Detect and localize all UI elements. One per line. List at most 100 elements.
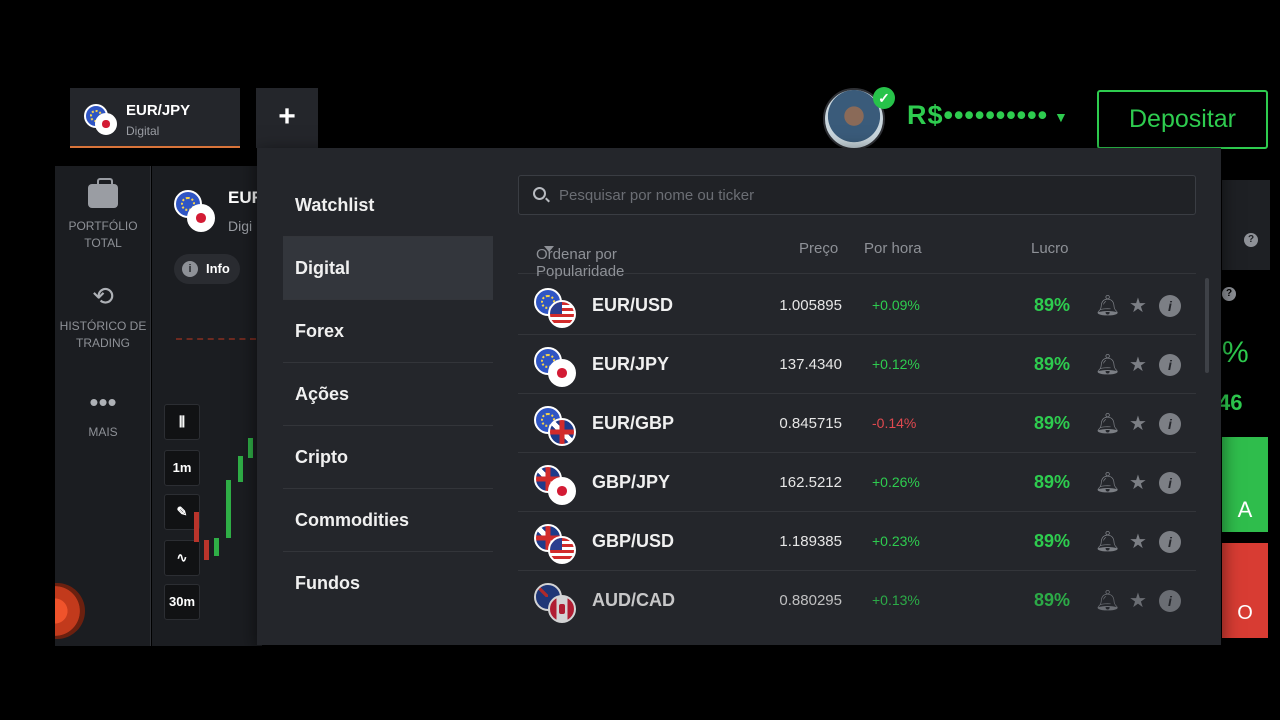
star-icon[interactable]: ★ — [1127, 531, 1149, 553]
asset-profit: 89% — [1034, 413, 1071, 433]
asset-profit: 89% — [1034, 590, 1071, 610]
deposit-button[interactable]: Depositar — [1097, 90, 1268, 149]
asset-row[interactable]: GBP/USD 1.189385 +0.23% 89% 🔔︎ ★ i — [518, 512, 1196, 571]
balance-selector[interactable]: R$•••••••••• ▼ — [907, 100, 1069, 131]
search-icon — [533, 187, 546, 200]
sidebar-item-history[interactable]: ⟲ HISTÓRICO DE TRADING — [55, 280, 151, 352]
asset-change: -0.14% — [872, 415, 917, 431]
pair-flags-icon — [84, 104, 118, 135]
search-input[interactable] — [559, 176, 1179, 214]
trading-app: EUR/JPY Digital + ✓ R$•••••••••• ▼ Deposi… — [0, 0, 1280, 720]
bell-icon[interactable]: 🔔︎ — [1095, 413, 1120, 435]
info-icon[interactable]: i — [1159, 413, 1181, 435]
category-digital[interactable]: Digital — [283, 237, 493, 300]
candle — [238, 456, 243, 482]
add-asset-button[interactable]: + — [256, 88, 318, 148]
info-icon[interactable]: i — [1159, 354, 1181, 376]
column-price[interactable]: Preço — [799, 240, 838, 257]
info-icon[interactable]: i — [1159, 590, 1181, 612]
category-fundos[interactable]: Fundos — [283, 552, 493, 615]
category-acoes[interactable]: Ações — [283, 363, 493, 426]
asset-row[interactable]: GBP/JPY 162.5212 +0.26% 89% 🔔︎ ★ i — [518, 453, 1196, 512]
briefcase-icon — [88, 178, 118, 208]
asset-row[interactable]: EUR/GBP 0.845715 -0.14% 89% 🔔︎ ★ i — [518, 394, 1196, 453]
candle — [194, 512, 199, 542]
asset-table-header: Ordenar por Popularidade Preço Por hora … — [518, 234, 1196, 280]
asset-profit: 89% — [1034, 295, 1071, 315]
asset-price: 0.880295 — [779, 592, 842, 609]
sidebar-item-label: HISTÓRICO DE TRADING — [59, 319, 147, 350]
pair-flags-icon — [534, 465, 578, 505]
asset-picker-panel: Watchlist Digital Forex Ações Cripto Com… — [257, 148, 1221, 645]
price-line — [176, 338, 256, 340]
category-watchlist[interactable]: Watchlist — [283, 174, 493, 237]
info-icon[interactable]: i — [1159, 295, 1181, 317]
asset-row[interactable]: EUR/JPY 137.4340 +0.12% 89% 🔔︎ ★ i — [518, 335, 1196, 394]
help-icon[interactable]: ? — [1222, 287, 1236, 301]
star-icon[interactable]: ★ — [1127, 413, 1149, 435]
column-profit[interactable]: Lucro — [1031, 240, 1069, 257]
bell-icon[interactable]: 🔔︎ — [1095, 590, 1120, 612]
asset-change: +0.12% — [872, 356, 920, 372]
asset-tab-eurjpy[interactable]: EUR/JPY Digital — [70, 88, 240, 148]
sidebar-item-portfolio[interactable]: PORTFÓLIO TOTAL — [55, 178, 151, 252]
star-icon[interactable]: ★ — [1127, 354, 1149, 376]
bell-icon[interactable]: 🔔︎ — [1095, 354, 1120, 376]
info-icon[interactable]: i — [1159, 531, 1181, 553]
pair-flags-icon — [534, 288, 578, 328]
asset-row[interactable]: AUD/CAD 0.880295 +0.13% 89% 🔔︎ ★ i — [518, 571, 1196, 626]
star-icon[interactable]: ★ — [1127, 590, 1149, 612]
candle — [214, 538, 219, 556]
profit-percent: % — [1222, 336, 1249, 369]
category-forex[interactable]: Forex — [283, 300, 493, 363]
pair-flags-icon — [534, 524, 578, 564]
column-hourly[interactable]: Por hora — [864, 240, 922, 257]
asset-row[interactable]: EUR/USD 1.005895 +0.09% 89% 🔔︎ ★ i — [518, 276, 1196, 335]
candle — [248, 438, 253, 458]
asset-price: 137.4340 — [779, 356, 842, 373]
asset-price: 1.189385 — [779, 533, 842, 550]
asset-name: GBP/USD — [592, 531, 675, 551]
chevron-down-icon — [544, 246, 554, 252]
info-icon: i — [182, 261, 198, 277]
asset-change: +0.13% — [872, 592, 920, 608]
asset-tab-type: Digital — [126, 124, 160, 138]
balance-value: R$•••••••••• — [907, 100, 1049, 130]
bell-icon[interactable]: 🔔︎ — [1095, 472, 1120, 494]
profit-amount: 46 — [1218, 390, 1243, 415]
info-button[interactable]: i Info — [174, 254, 240, 284]
asset-list: EUR/USD 1.005895 +0.09% 89% 🔔︎ ★ i EUR/J… — [518, 276, 1196, 626]
category-commodities[interactable]: Commodities — [283, 489, 493, 552]
star-icon[interactable]: ★ — [1127, 472, 1149, 494]
candle — [204, 540, 209, 560]
category-list: Watchlist Digital Forex Ações Cripto Com… — [283, 174, 493, 615]
asset-change: +0.09% — [872, 297, 920, 313]
list-scrollbar[interactable] — [1205, 278, 1209, 373]
chevron-down-icon: ▼ — [1054, 108, 1069, 125]
info-icon[interactable]: i — [1159, 472, 1181, 494]
info-label: Info — [206, 261, 230, 276]
sidebar-item-more[interactable]: ••• MAIS — [55, 386, 151, 441]
candlestick-chart — [194, 438, 253, 560]
asset-change: +0.26% — [872, 474, 920, 490]
asset-name: EUR/JPY — [592, 354, 670, 374]
bell-icon[interactable]: 🔔︎ — [1095, 295, 1120, 317]
asset-price: 162.5212 — [779, 474, 842, 491]
star-icon[interactable]: ★ — [1127, 295, 1149, 317]
jp-flag-icon — [187, 204, 215, 232]
asset-profit: 89% — [1034, 531, 1071, 551]
chart-asset-type: Digi — [228, 218, 253, 234]
asset-name: EUR/USD — [592, 295, 674, 315]
put-button[interactable]: O — [1222, 543, 1268, 638]
right-panel-header — [1222, 180, 1270, 270]
bell-icon[interactable]: 🔔︎ — [1095, 531, 1120, 553]
search-box — [518, 175, 1196, 215]
call-button[interactable]: A — [1222, 437, 1268, 532]
asset-name: GBP/JPY — [592, 472, 671, 492]
sidebar-item-label: PORTFÓLIO TOTAL — [68, 219, 138, 250]
asset-price: 1.005895 — [779, 297, 842, 314]
help-icon[interactable]: ? — [1244, 233, 1258, 247]
asset-name: EUR/GBP — [592, 413, 675, 433]
timeframe-30m-button[interactable]: 30m — [164, 584, 200, 620]
category-cripto[interactable]: Cripto — [283, 426, 493, 489]
